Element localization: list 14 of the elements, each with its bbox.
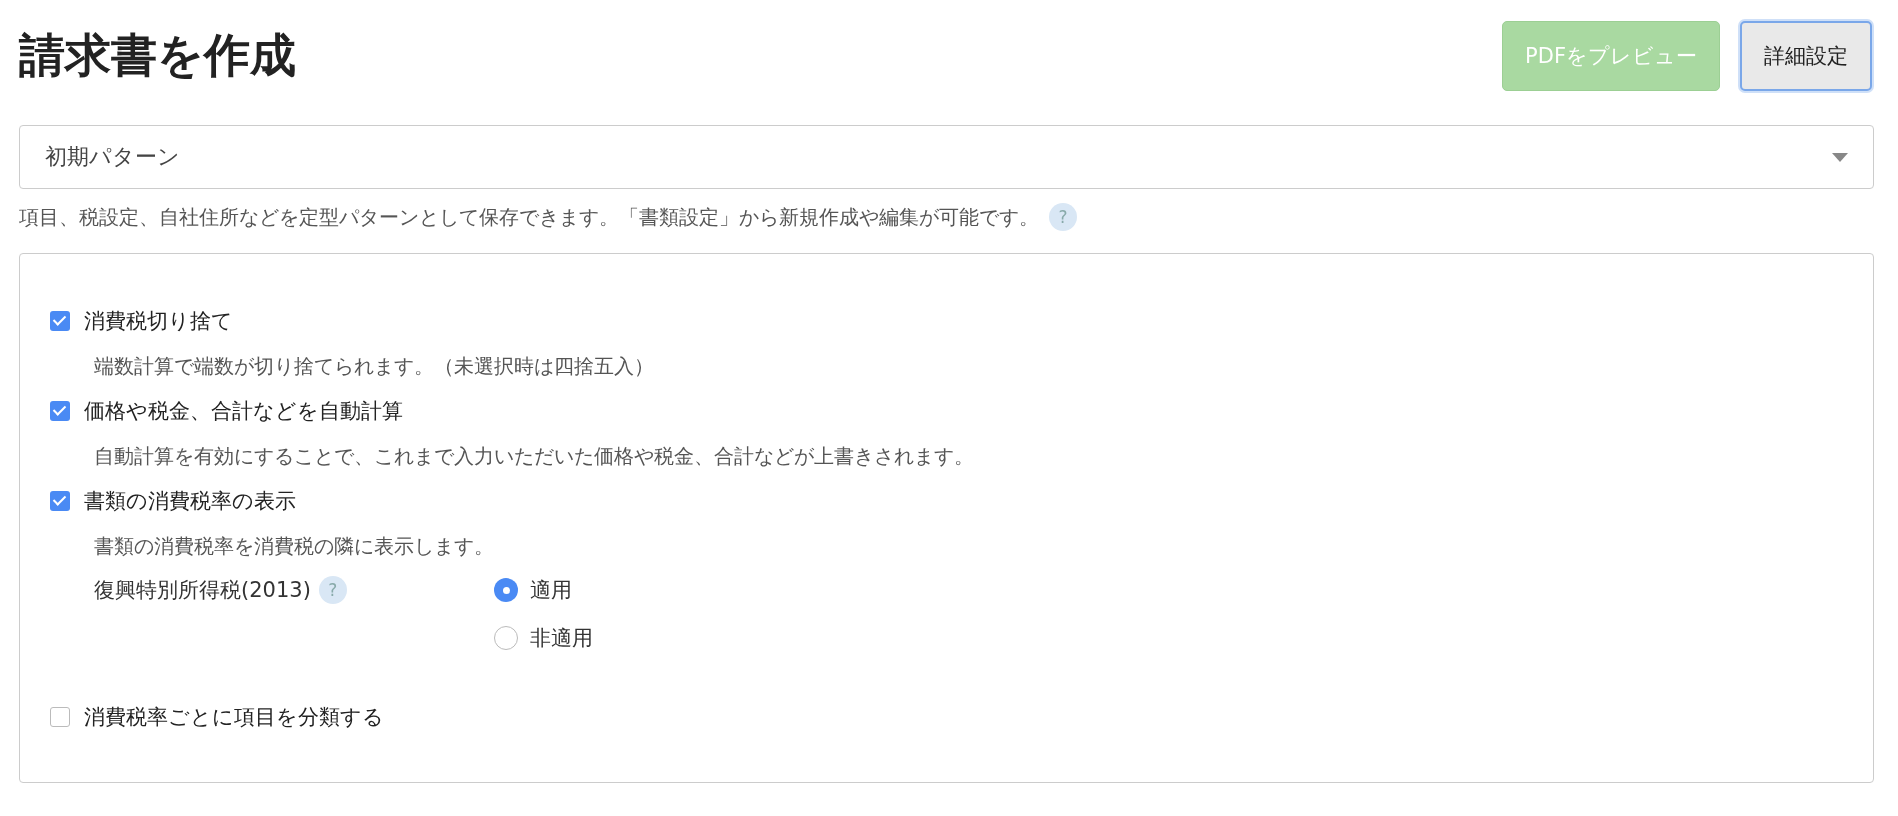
checkbox-label[interactable]: 消費税率ごとに項目を分類する [84,703,384,731]
checkbox-label[interactable]: 書類の消費税率の表示 [84,487,296,515]
radio-label[interactable]: 適用 [530,576,572,604]
field-label: 復興特別所得税(2013) [94,577,311,604]
settings-button[interactable]: 詳細設定 [1740,21,1872,91]
page-title: 請求書を作成 [19,27,296,84]
radio-label[interactable]: 非適用 [530,624,593,652]
checkbox-label[interactable]: 消費税切り捨て [84,307,233,335]
pattern-select[interactable]: 初期パターン [19,125,1874,189]
help-text: 項目、税設定、自社住所などを定型パターンとして保存できます。「書類設定」から新規作成や編集が可能です。 [19,204,1039,231]
option-description: 書類の消費税率を消費税の隣に表示します。 [94,532,494,560]
option-description: 自動計算を有効にすることで、これまで入力いただいた価格や税金、合計などが上書きされます。 [94,442,974,470]
checkbox-label[interactable]: 価格や税金、合計などを自動計算 [84,397,403,425]
option-description: 端数計算で端数が切り捨てられます。（未選択時は四捨五入） [94,352,654,380]
